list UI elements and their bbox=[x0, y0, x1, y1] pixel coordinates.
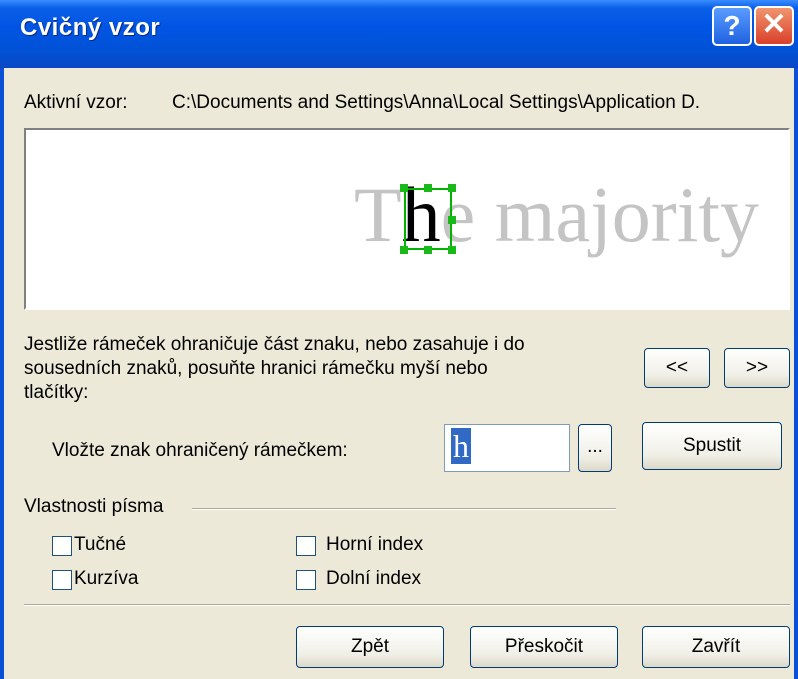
superscript-checkbox[interactable] bbox=[296, 536, 316, 556]
prev-char-button[interactable]: << bbox=[644, 348, 710, 388]
resize-handle-se[interactable] bbox=[448, 246, 456, 254]
pattern-preview: The majority bbox=[24, 128, 790, 310]
frame-right bbox=[794, 68, 798, 679]
skip-button[interactable]: Přeskočit bbox=[470, 626, 618, 668]
browse-button[interactable]: ... bbox=[578, 424, 612, 472]
italic-checkbox[interactable] bbox=[52, 570, 72, 590]
italic-label[interactable]: Kurzíva bbox=[74, 568, 138, 590]
title-bar[interactable]: Cvičný vzor ? ✕ bbox=[0, 0, 798, 68]
resize-handle-sw[interactable] bbox=[400, 246, 408, 254]
help-button[interactable]: ? bbox=[712, 6, 752, 46]
group-divider bbox=[192, 508, 616, 510]
dialog-window: Cvičný vzor ? ✕ Aktivní vzor: C:\Documen… bbox=[0, 0, 798, 679]
bold-checkbox[interactable] bbox=[52, 536, 72, 556]
bold-label[interactable]: Tučné bbox=[74, 534, 126, 556]
instruction-line-2: sousedních znaků, posuňte hranici rámečk… bbox=[24, 358, 488, 379]
close-button[interactable]: Zavřít bbox=[642, 626, 790, 668]
back-button[interactable]: Zpět bbox=[296, 626, 444, 668]
char-selection-frame[interactable] bbox=[404, 188, 452, 250]
active-pattern-path: C:\Documents and Settings\Anna\Local Set… bbox=[172, 92, 701, 113]
char-input-value: h bbox=[451, 428, 471, 464]
resize-handle-e[interactable] bbox=[448, 216, 456, 224]
window-title: Cvičný vzor bbox=[20, 14, 161, 41]
sample-text-after: e majority bbox=[440, 171, 760, 258]
superscript-label[interactable]: Horní index bbox=[326, 534, 423, 556]
footer-separator bbox=[24, 604, 790, 606]
subscript-checkbox[interactable] bbox=[296, 570, 316, 590]
font-props-group-label: Vlastnosti písma bbox=[24, 496, 164, 517]
sample-text-before: T bbox=[354, 171, 402, 258]
start-button[interactable]: Spustit bbox=[642, 422, 782, 470]
close-window-button[interactable]: ✕ bbox=[754, 6, 794, 46]
frame-left bbox=[0, 68, 4, 679]
resize-handle-ne[interactable] bbox=[448, 184, 456, 192]
resize-handle-n[interactable] bbox=[424, 184, 432, 192]
active-pattern-label: Aktivní vzor: bbox=[24, 92, 128, 113]
instruction-line-3: tlačítky: bbox=[24, 382, 89, 403]
next-char-button[interactable]: >> bbox=[724, 348, 790, 388]
char-entry-label: Vložte znak ohraničený rámečkem: bbox=[52, 440, 348, 461]
instruction-line-1: Jestliže rámeček ohraničuje část znaku, … bbox=[24, 334, 525, 355]
resize-handle-nw[interactable] bbox=[400, 184, 408, 192]
char-input[interactable]: h bbox=[444, 424, 570, 472]
resize-handle-s[interactable] bbox=[424, 246, 432, 254]
subscript-label[interactable]: Dolní index bbox=[326, 568, 421, 590]
